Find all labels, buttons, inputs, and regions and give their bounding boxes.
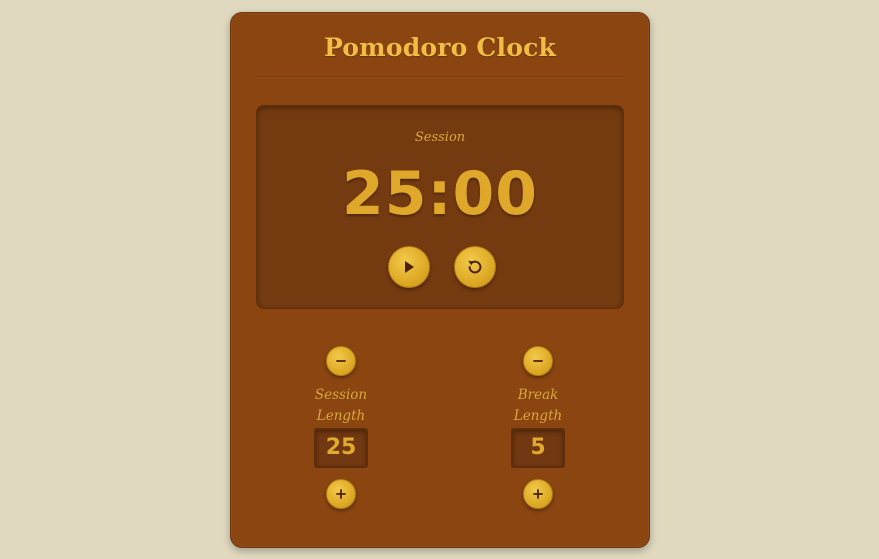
session-length-value: 25 (314, 428, 368, 468)
break-length-label: Break Length (478, 385, 598, 427)
play-button[interactable] (388, 246, 430, 288)
play-icon (401, 259, 417, 275)
break-label-line1: Break (517, 387, 559, 403)
app-title: Pomodoro Clock (323, 33, 557, 62)
reset-icon (465, 257, 485, 277)
session-control: Session Length 25 (281, 343, 401, 523)
timer-label: Session (414, 130, 466, 145)
title-divider (256, 76, 624, 78)
pomodoro-card: Pomodoro Clock Session 25:00 Session Len… (230, 12, 650, 548)
break-label-line2: Length (513, 408, 563, 424)
minus-icon (532, 355, 544, 367)
timer-value: 25:00 (342, 159, 538, 229)
plus-icon (335, 488, 347, 500)
minus-icon (335, 355, 347, 367)
session-length-label: Session Length (281, 385, 401, 427)
break-control: Break Length 5 (478, 343, 598, 523)
plus-icon (532, 488, 544, 500)
reset-button[interactable] (454, 246, 496, 288)
length-controls: Session Length 25 Break Length 5 (231, 343, 649, 543)
session-label-line1: Session (314, 387, 368, 403)
session-label-line2: Length (316, 408, 366, 424)
session-increment-button[interactable] (326, 479, 356, 509)
break-increment-button[interactable] (523, 479, 553, 509)
break-length-value: 5 (511, 428, 565, 468)
session-decrement-button[interactable] (326, 346, 356, 376)
timer-display: Session 25:00 (256, 105, 624, 309)
break-decrement-button[interactable] (523, 346, 553, 376)
